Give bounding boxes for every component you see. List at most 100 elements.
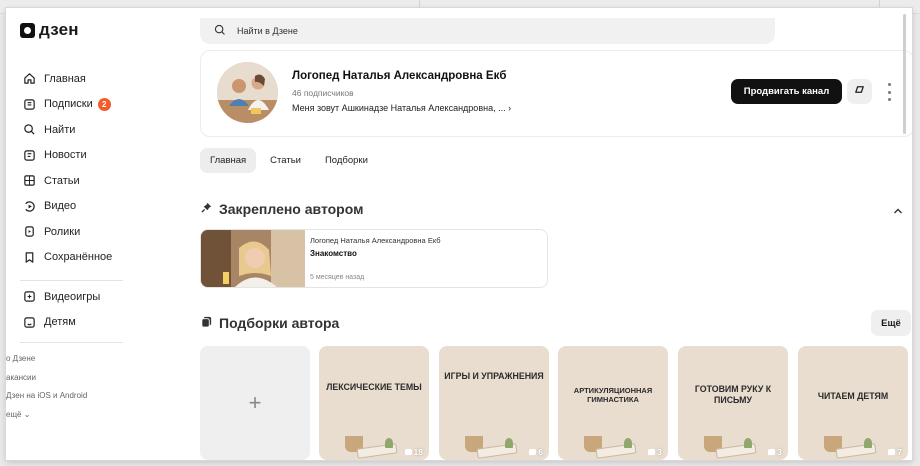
channel-subscribers: 46 подписчиков: [292, 88, 354, 98]
comment-icon: [768, 449, 776, 455]
pinned-article-time: 5 месяцев назад: [310, 274, 365, 281]
channel-description-text: Меня зовут Ашкинадзе Наталья Александров…: [292, 103, 506, 113]
more-options-icon[interactable]: [884, 83, 894, 101]
sidebar-item-home[interactable]: Главная: [22, 66, 142, 92]
sidebar-item-label: Ролики: [44, 225, 81, 238]
footer-link-vacancies[interactable]: акансии: [6, 369, 146, 388]
sidebar-item-news[interactable]: Новости: [22, 143, 142, 169]
comment-icon: [888, 449, 896, 455]
collection-card[interactable]: ГОТОВИМ РУКУ К ПИСЬМУ 3: [678, 346, 788, 460]
collection-count-value: 7: [897, 447, 902, 457]
comment-icon: [648, 449, 656, 455]
sidebar-item-kids[interactable]: Детям: [22, 310, 142, 336]
chevron-up-icon[interactable]: [891, 204, 905, 218]
sidebar-item-search[interactable]: Найти: [22, 117, 142, 143]
edit-channel-button[interactable]: [847, 79, 872, 104]
channel-tabs: Главная Статьи Подборки: [200, 148, 378, 173]
collection-title: ЧИТАЕМ ДЕТЯМ: [817, 391, 889, 401]
plant-illustration: [505, 438, 513, 448]
collection-card[interactable]: ЛЕКСИЧЕСКИЕ ТЕМЫ 18: [319, 346, 429, 460]
comment-icon: [404, 449, 412, 455]
add-collection-button[interactable]: +: [200, 346, 310, 460]
pinned-section-title: Закреплено автором: [219, 201, 364, 217]
search-placeholder: Найти в Дзене: [237, 26, 298, 36]
sidebar-divider: [20, 342, 123, 343]
sidebar-item-label: Найти: [44, 123, 76, 136]
footer-link-about[interactable]: о Дзене: [6, 350, 146, 369]
collection-count: 3: [648, 447, 662, 457]
footer-link-more[interactable]: ещё ⌄: [6, 406, 146, 425]
sidebar-item-label: Главная: [44, 72, 86, 85]
subscriptions-icon: [22, 97, 36, 111]
collection-count: 7: [888, 447, 902, 457]
news-icon: [22, 148, 36, 162]
plant-illustration: [385, 438, 393, 448]
collection-title: ИГРЫ И УПРАЖНЕНИЯ: [444, 371, 544, 381]
tab-home[interactable]: Главная: [200, 148, 257, 173]
sidebar-item-subscriptions[interactable]: Подписки 2: [22, 92, 142, 118]
sidebar-item-label: Сохранённое: [44, 251, 113, 264]
more-button[interactable]: Ещё: [871, 310, 911, 336]
search-icon: [22, 123, 36, 137]
pinned-article-title: Знакомство: [310, 249, 357, 258]
collection-icon: [200, 315, 213, 331]
collection-title: АРТИКУЛЯЦИОННАЯ ГИМНАСТИКА: [573, 386, 653, 405]
scrollbar[interactable]: [903, 14, 906, 134]
pinned-section-header: Закреплено автором: [200, 201, 363, 217]
video-icon: [22, 199, 36, 213]
sidebar-item-shorts[interactable]: Ролики: [22, 219, 142, 245]
gamepad-icon: [22, 290, 36, 304]
pinned-article-author: Логопед Наталья Александровна Екб: [310, 236, 441, 245]
pinned-article-card[interactable]: Логопед Наталья Александровна Екб Знаком…: [200, 229, 548, 288]
channel-avatar[interactable]: [217, 62, 278, 123]
collection-title: ГОТОВИМ РУКУ К ПИСЬМУ: [694, 384, 772, 405]
pin-icon: [200, 201, 213, 217]
collections-section-title: Подборки автора: [219, 315, 340, 331]
collection-count: 6: [529, 447, 543, 457]
sidebar-divider: [20, 280, 123, 281]
collection-count: 18: [404, 447, 423, 457]
sidebar: дзен Главная Подписки 2 Найти Новости Ст…: [6, 8, 156, 460]
collection-count-value: 3: [777, 447, 782, 457]
sidebar-item-label: Видео: [44, 200, 77, 213]
shorts-icon: [22, 225, 36, 239]
tab-collections[interactable]: Подборки: [315, 148, 378, 173]
collections-section-header: Подборки автора: [200, 315, 339, 331]
avatar-image: [217, 62, 278, 123]
collection-card[interactable]: ИГРЫ И УПРАЖНЕНИЯ 6: [439, 346, 549, 460]
plant-illustration: [864, 438, 872, 448]
articles-icon: [22, 174, 36, 188]
collection-count-value: 6: [538, 447, 543, 457]
tab-articles[interactable]: Статьи: [260, 148, 311, 173]
main-content: Найти в Дзене Логопед Наталья Александро…: [156, 8, 912, 460]
collection-card[interactable]: АРТИКУЛЯЦИОННАЯ ГИМНАСТИКА 3: [558, 346, 668, 460]
sidebar-nav: Главная Подписки 2 Найти Новости Статьи: [22, 66, 142, 270]
sidebar-item-label: Новости: [44, 149, 87, 162]
sidebar-item-videogames[interactable]: Видеоигры: [22, 284, 142, 310]
channel-description[interactable]: Меня зовут Ашкинадзе Наталья Александров…: [292, 103, 511, 113]
collection-count-value: 18: [413, 447, 423, 457]
edit-icon: [853, 83, 866, 101]
plant-illustration: [744, 438, 752, 448]
search-input[interactable]: Найти в Дзене: [200, 18, 775, 44]
collection-count: 3: [768, 447, 782, 457]
collection-card[interactable]: ЧИТАЕМ ДЕТЯМ 7: [798, 346, 908, 460]
sidebar-footer-links: о Дзене акансии Дзен на iOS и Android ещ…: [6, 350, 146, 424]
promote-channel-button[interactable]: Продвигать канал: [731, 79, 842, 104]
plant-illustration: [624, 438, 632, 448]
collection-title: ЛЕКСИЧЕСКИЕ ТЕМЫ: [326, 382, 422, 392]
zen-logo-icon: [20, 22, 35, 38]
collection-count-value: 3: [657, 447, 662, 457]
pinned-article-thumbnail: [201, 230, 305, 287]
comment-icon: [529, 449, 537, 455]
channel-name: Логопед Наталья Александровна Екб: [292, 70, 507, 82]
sidebar-item-saved[interactable]: Сохранённое: [22, 245, 142, 271]
sidebar-item-label: Видеоигры: [44, 290, 101, 303]
logo-text: дзен: [39, 20, 79, 39]
chevron-right-icon: ›: [508, 103, 512, 113]
sidebar-item-video[interactable]: Видео: [22, 194, 142, 220]
sidebar-item-articles[interactable]: Статьи: [22, 168, 142, 194]
footer-link-apps[interactable]: Дзен на iOS и Android: [6, 387, 146, 406]
logo[interactable]: дзен: [20, 20, 79, 40]
sidebar-nav-secondary: Видеоигры Детям: [22, 284, 142, 335]
